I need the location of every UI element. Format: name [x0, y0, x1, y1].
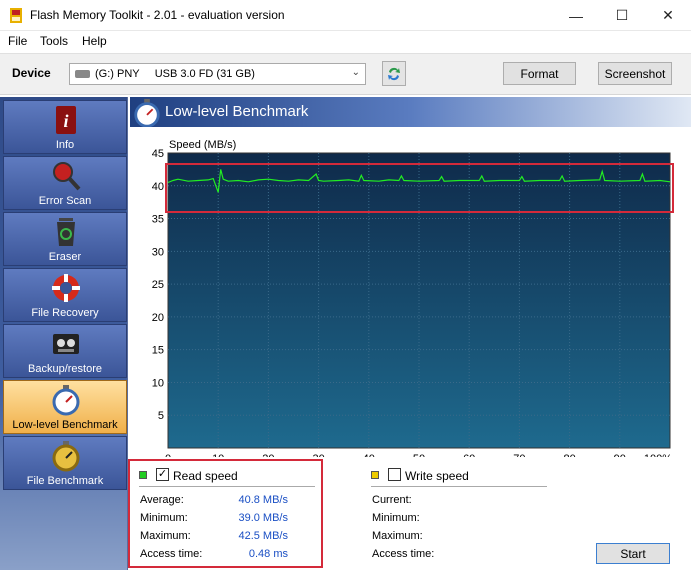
sidebar-item-label: Info — [55, 139, 75, 151]
stopwatch-icon — [52, 385, 80, 416]
device-toolbar: Device (G:) PNY USB 3.0 FD (31 GB) ⌄ For… — [0, 53, 691, 95]
stopwatch-icon — [134, 98, 160, 128]
panel-title: Low-level Benchmark — [165, 103, 309, 120]
read-minimum-label: Minimum: — [140, 512, 188, 524]
read-maximum-value: 42.5 MB/s — [238, 530, 288, 542]
sidebar-item-eraser[interactable]: Eraser — [3, 212, 127, 266]
device-select-value: (G:) PNY USB 3.0 FD (31 GB) — [95, 68, 255, 80]
sidebar-item-info[interactable]: i Info — [3, 100, 127, 154]
y-tick-label: 10 — [152, 377, 164, 389]
write-speed-checkbox[interactable] — [388, 468, 401, 481]
sidebar-item-label: Low-level Benchmark — [12, 419, 118, 431]
chevron-down-icon: ⌄ — [351, 67, 360, 78]
sidebar-item-low-level-benchmark[interactable]: Low-level Benchmark — [3, 380, 127, 434]
app-icon — [10, 8, 22, 23]
read-maximum-label: Maximum: — [140, 530, 191, 542]
screenshot-button[interactable]: Screenshot — [598, 62, 672, 85]
divider — [139, 486, 315, 487]
y-axis-label: Speed (MB/s) — [169, 139, 236, 151]
info-icon: i — [56, 106, 76, 134]
benchmark-chart: Speed (MB/s) 45403530252015105 010203040… — [130, 127, 691, 457]
y-tick-label: 5 — [158, 410, 164, 422]
speed-chart: Speed (MB/s) 45403530252015105 010203040… — [152, 139, 674, 457]
y-tick-label: 25 — [152, 279, 164, 291]
minimize-icon: — — [569, 7, 583, 24]
sidebar-item-file-benchmark[interactable]: File Benchmark — [3, 436, 127, 490]
magnifier-icon — [53, 162, 81, 191]
minimize-button[interactable]: — — [553, 0, 599, 31]
write-speed-label: Write speed — [405, 469, 469, 483]
sidebar-item-backup-restore[interactable]: Backup/restore — [3, 324, 127, 378]
read-minimum-value: 39.0 MB/s — [238, 512, 288, 524]
y-tick-label: 20 — [152, 312, 164, 324]
stopwatch-gold-icon — [52, 441, 80, 472]
sidebar: i Info Error Scan Eraser File Recovery B… — [0, 97, 128, 570]
check-icon: ✓ — [157, 468, 168, 480]
refresh-button[interactable] — [382, 61, 406, 86]
sidebar-item-label: Backup/restore — [28, 363, 102, 375]
svg-text:i: i — [63, 111, 68, 131]
read-speed-label: Read speed — [173, 469, 238, 483]
tape-icon — [53, 334, 79, 354]
write-maximum-label: Maximum: — [372, 530, 423, 542]
menu-help[interactable]: Help — [82, 34, 107, 48]
divider — [371, 486, 547, 487]
y-tick-label: 45 — [152, 148, 164, 160]
y-tick-label: 40 — [152, 181, 164, 193]
refresh-icon — [388, 67, 400, 80]
y-tick-label: 35 — [152, 214, 164, 226]
read-access-time-label: Access time: — [140, 548, 203, 560]
read-average-value: 40.8 MB/s — [238, 494, 288, 506]
sidebar-item-label: File Recovery — [31, 307, 99, 319]
sidebar-item-label: Error Scan — [38, 195, 92, 207]
sidebar-item-label: Eraser — [48, 251, 82, 263]
read-legend-swatch — [139, 471, 147, 479]
recycle-bin-icon — [57, 218, 75, 246]
write-minimum-label: Minimum: — [372, 512, 420, 524]
sidebar-item-file-recovery[interactable]: File Recovery — [3, 268, 127, 322]
read-access-time-value: 0.48 ms — [248, 548, 288, 560]
device-select[interactable]: (G:) PNY USB 3.0 FD (31 GB) ⌄ — [69, 63, 366, 85]
menu-file[interactable]: File — [8, 34, 27, 48]
format-button[interactable]: Format — [503, 62, 576, 85]
start-button[interactable]: Start — [596, 543, 670, 564]
close-icon: ✕ — [662, 7, 674, 23]
maximize-icon: ☐ — [615, 7, 629, 23]
usb-drive-icon — [75, 70, 90, 78]
y-tick-label: 30 — [152, 246, 164, 258]
write-current-label: Current: — [372, 494, 412, 506]
close-button[interactable]: ✕ — [645, 0, 691, 31]
write-access-time-label: Access time: — [372, 548, 435, 560]
device-label: Device — [12, 66, 51, 80]
menu-tools[interactable]: Tools — [40, 34, 68, 48]
sidebar-item-error-scan[interactable]: Error Scan — [3, 156, 127, 210]
write-legend-swatch — [371, 471, 379, 479]
read-speed-checkbox[interactable]: ✓ — [156, 468, 169, 481]
menu-bar: File Tools Help — [0, 31, 691, 51]
read-average-label: Average: — [140, 494, 184, 506]
maximize-button[interactable]: ☐ — [599, 0, 645, 31]
sidebar-item-label: File Benchmark — [26, 475, 104, 487]
window-title: Flash Memory Toolkit - 2.01 - evaluation… — [30, 8, 285, 22]
y-tick-label: 15 — [152, 345, 164, 357]
lifebuoy-icon — [52, 274, 80, 302]
panel-header: Low-level Benchmark — [130, 97, 691, 128]
title-bar: Flash Memory Toolkit - 2.01 - evaluation… — [0, 0, 691, 31]
